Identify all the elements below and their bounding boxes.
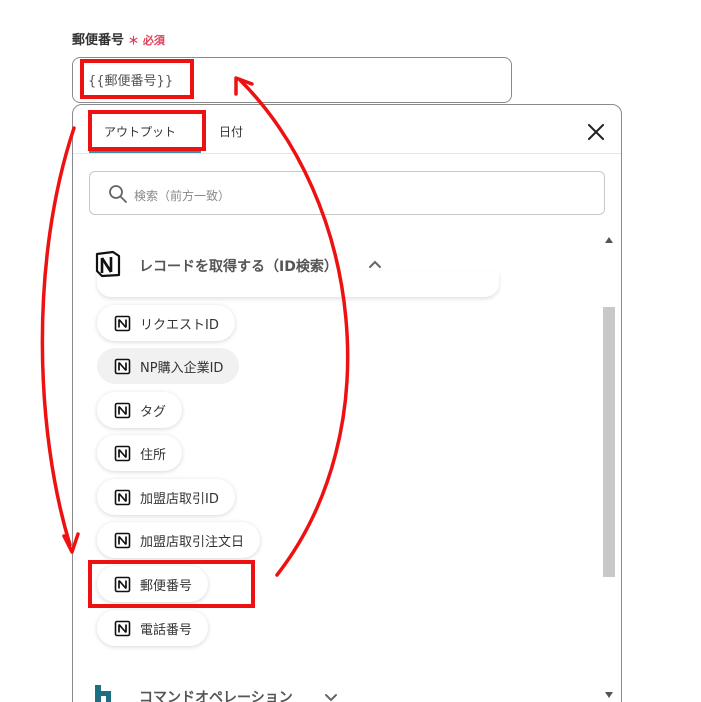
section-header-get-record[interactable]: レコードを取得する（ID検索） — [73, 245, 603, 289]
scrollbar[interactable] — [603, 237, 615, 702]
section-header-command-operation[interactable]: コマンドオペレーション — [73, 679, 603, 702]
postal-code-label: 郵便番号＊ 必須 — [72, 29, 165, 48]
list-item-label: 加盟店取引ID — [140, 491, 219, 507]
highlight-postal-item — [88, 560, 255, 608]
search-placeholder: 検索（前方一致） — [134, 189, 231, 203]
required-badge: ＊ 必須 — [128, 34, 165, 47]
tab-date[interactable]: 日付 — [219, 123, 243, 140]
search-input[interactable]: 検索（前方一致） — [89, 171, 605, 215]
list-item-label: NP購入企業ID — [140, 360, 224, 376]
screen: 郵便番号＊ 必須 {{郵便番号}} アウトプット 日付 検索（前方一致） レコー… — [0, 0, 701, 702]
list-item-np-company-id[interactable]: NP購入企業ID — [97, 348, 240, 384]
notion-icon — [114, 532, 131, 548]
list-item-request-id[interactable]: リクエストID — [97, 305, 235, 341]
notion-icon — [114, 445, 131, 461]
list-item-label: タグ — [140, 404, 167, 420]
tab-divider — [73, 153, 621, 154]
list-item-tag[interactable]: タグ — [97, 392, 183, 428]
list-item-phone[interactable]: 電話番号 — [97, 610, 209, 646]
list-item-label: リクエストID — [140, 317, 219, 333]
scroll-down-arrow[interactable] — [605, 692, 613, 698]
notion-icon — [114, 315, 131, 331]
yoom-icon — [95, 685, 111, 702]
close-icon[interactable] — [585, 121, 607, 143]
postal-code-label-text: 郵便番号 — [72, 33, 125, 48]
section2-title: コマンドオペレーション — [139, 690, 293, 702]
chevron-down-icon[interactable] — [323, 689, 339, 702]
list-item-merchant-order-date[interactable]: 加盟店取引注文日 — [97, 522, 261, 558]
list-item-label: 住所 — [140, 447, 167, 463]
notion-icon — [95, 250, 121, 278]
required-mark: ＊ — [128, 34, 140, 47]
chevron-up-icon[interactable] — [367, 257, 383, 273]
section-title: レコードを取得する（ID検索） — [139, 259, 338, 275]
notion-icon — [114, 358, 131, 374]
notion-icon — [114, 402, 131, 418]
list-item-address[interactable]: 住所 — [97, 435, 183, 471]
notion-icon — [114, 620, 131, 636]
required-text: 必須 — [142, 34, 165, 47]
search-icon — [109, 185, 127, 203]
output-picker-panel: アウトプット 日付 検索（前方一致） レコードを取得する（ID検索） リクエスト… — [72, 104, 622, 702]
list-item-label: 加盟店取引注文日 — [140, 534, 245, 550]
highlight-output-tab — [88, 110, 206, 151]
list-item-label: 電話番号 — [140, 622, 193, 638]
list-item-merchant-transaction-id[interactable]: 加盟店取引ID — [97, 479, 235, 515]
scroll-up-arrow[interactable] — [605, 237, 613, 243]
scroll-thumb[interactable] — [603, 307, 615, 577]
highlight-input-value — [80, 59, 194, 99]
notion-icon — [114, 489, 131, 505]
